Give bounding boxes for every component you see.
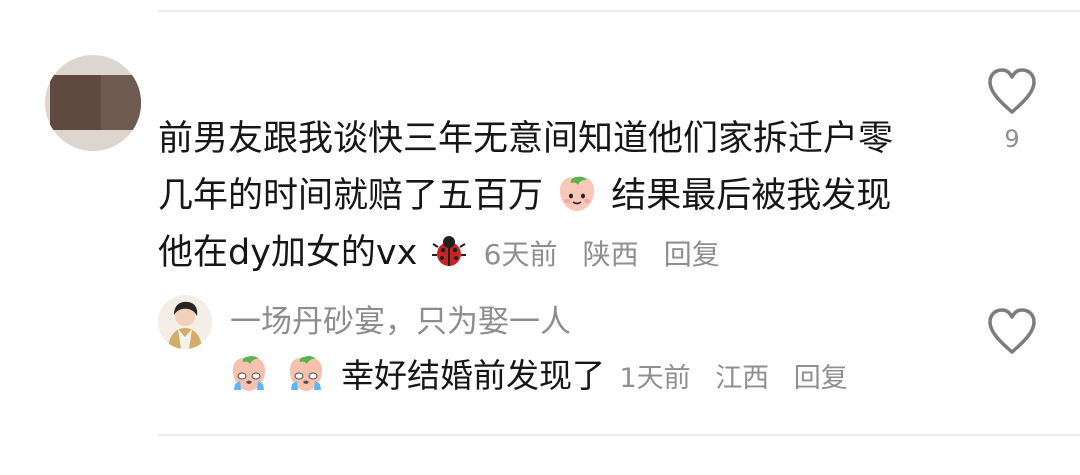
heart-icon (988, 308, 1036, 354)
reply-avatar[interactable] (158, 295, 212, 349)
comment-avatar[interactable] (45, 55, 141, 151)
reply-message: 幸好结婚前发现了 (341, 356, 605, 395)
comment-location: 陕西 (582, 238, 639, 271)
comment-text: 前男友跟我谈快三年无意间知道他们家拆迁户零几年的时间就赔了五百万 结果最后被我发… (158, 111, 918, 283)
reply-time: 1天前 (619, 363, 691, 394)
user-avatar-icon (158, 295, 212, 349)
comment-time: 6天前 (483, 238, 558, 271)
reply-location: 江西 (715, 363, 770, 394)
top-divider (158, 10, 1080, 12)
heart-icon (988, 68, 1036, 114)
avatar-redacted-overlay (101, 75, 141, 130)
comment-like-count: 9 (1004, 125, 1020, 153)
bottom-divider (158, 434, 1080, 436)
reply-like-button[interactable] (985, 307, 1039, 355)
ladybug-icon (431, 236, 466, 266)
peach-face-icon (560, 176, 595, 211)
crying-peach-icon (232, 355, 266, 391)
reply-reply-button[interactable]: 回复 (794, 363, 848, 394)
comment-reply-button[interactable]: 回复 (664, 238, 720, 271)
comment-like-button[interactable]: 9 (985, 67, 1039, 153)
reply-text: 幸好结婚前发现了 1天前 江西 回复 (228, 352, 928, 403)
crying-peach-icon (289, 355, 322, 391)
comment-thread: 前男友跟我谈快三年无意间知道他们家拆迁户零几年的时间就赔了五百万 结果最后被我发… (0, 0, 1080, 475)
reply-username[interactable]: 一场丹砂宴，只为娶一人 (230, 296, 571, 341)
